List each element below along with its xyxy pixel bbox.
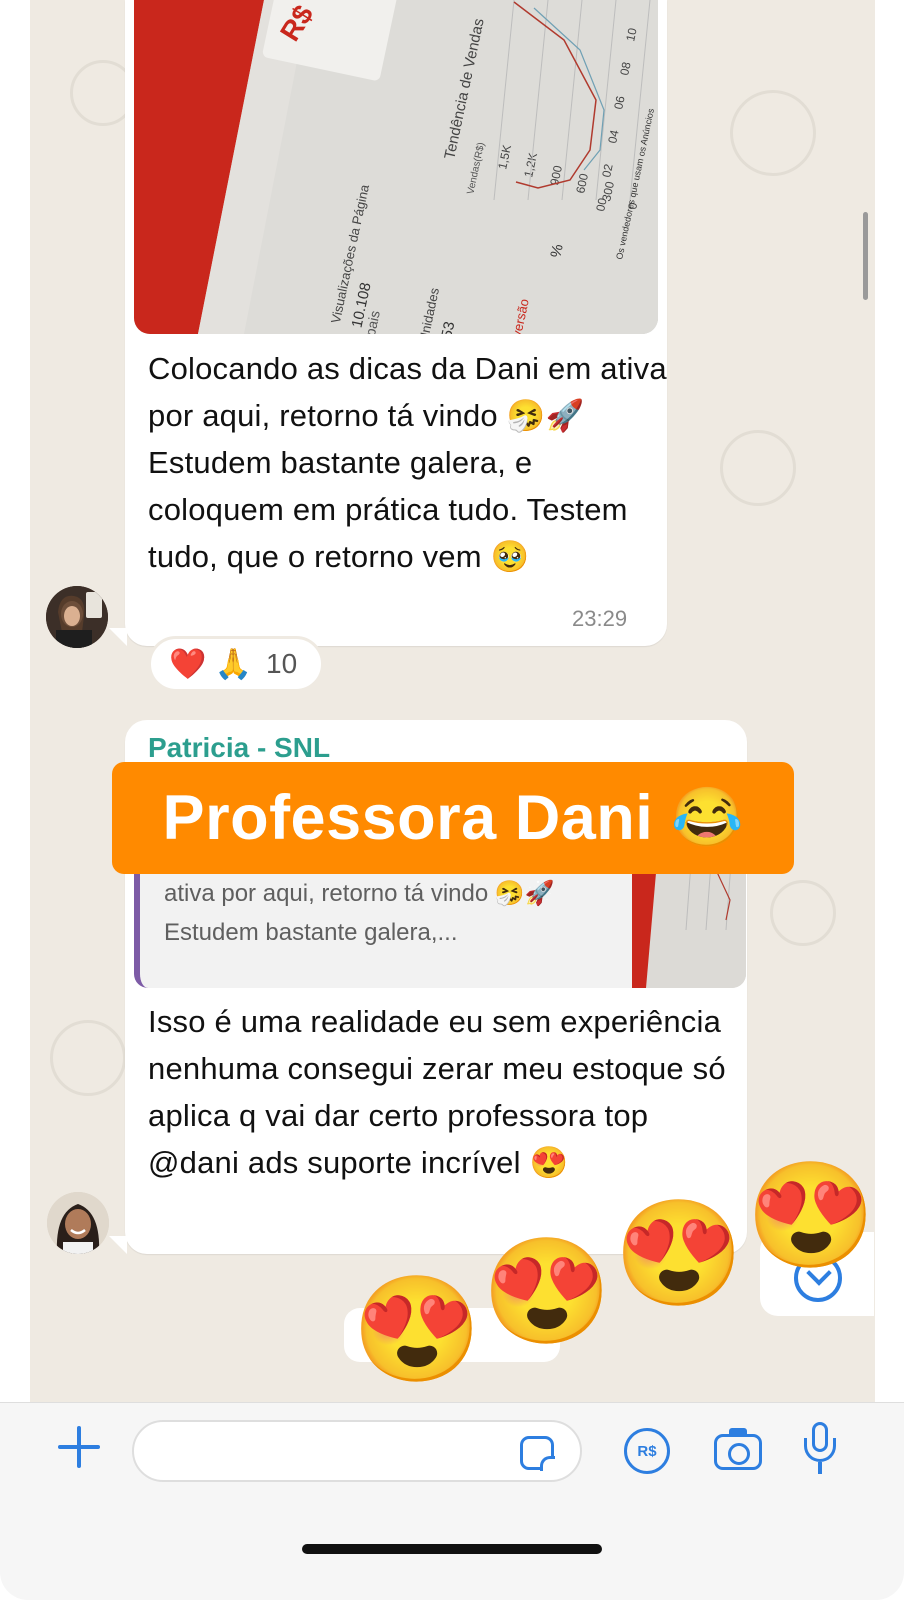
avatar-image	[46, 586, 108, 648]
heart-eyes-emoji: 😍	[482, 1234, 612, 1350]
avatar-image	[47, 1192, 109, 1254]
heart-eyes-emoji: 😍	[746, 1158, 876, 1274]
microphone-icon[interactable]	[804, 1422, 836, 1478]
reaction-count: 10	[266, 648, 298, 679]
overlay-text: Professora Dani	[162, 783, 654, 853]
message-reactions[interactable]: ❤️ 🙏 10	[148, 636, 324, 692]
message-timestamp: 23:29	[572, 606, 628, 631]
photo-content: ipais R$ Visualizações da Página 10.108 …	[134, 0, 658, 334]
story-text-overlay: Professora Dani 😂	[112, 762, 794, 874]
message-text: Isso é uma realidade eu sem experiência …	[148, 1004, 726, 1180]
reaction-emojis: ❤️ 🙏	[169, 647, 253, 681]
wallpaper-doodle	[720, 430, 796, 506]
bubble-tail	[109, 1236, 127, 1254]
chat-scrollbar[interactable]	[863, 212, 868, 300]
sales-screenshot-photo[interactable]: ipais R$ Visualizações da Página 10.108 …	[134, 0, 658, 334]
phone-screen: ipais R$ Visualizações da Página 10.108 …	[0, 0, 904, 1600]
heart-eyes-emoji: 😍	[614, 1196, 744, 1312]
heart-eyes-emoji: 😍	[352, 1272, 482, 1388]
avatar[interactable]	[47, 1192, 109, 1254]
quoted-message-text: ativa por aqui, retorno tá vindo 🤧🚀 Estu…	[164, 880, 555, 946]
home-indicator[interactable]	[302, 1544, 602, 1554]
plus-icon[interactable]	[56, 1424, 102, 1470]
wallpaper-doodle	[50, 1020, 126, 1096]
message-input[interactable]	[132, 1420, 582, 1482]
message-text: Colocando as dicas da Dani em ativa por …	[148, 351, 667, 574]
avatar[interactable]	[46, 586, 108, 648]
camera-icon[interactable]	[714, 1428, 762, 1470]
sticker-icon[interactable]	[520, 1436, 555, 1471]
laughing-emoji: 😂	[671, 785, 744, 850]
wallpaper-doodle	[730, 90, 816, 176]
wallpaper-doodle	[770, 880, 836, 946]
bubble-tail	[109, 628, 127, 646]
message-sender-name[interactable]: Patricia - SNL	[148, 732, 330, 764]
payment-icon[interactable]: R$	[624, 1428, 670, 1474]
